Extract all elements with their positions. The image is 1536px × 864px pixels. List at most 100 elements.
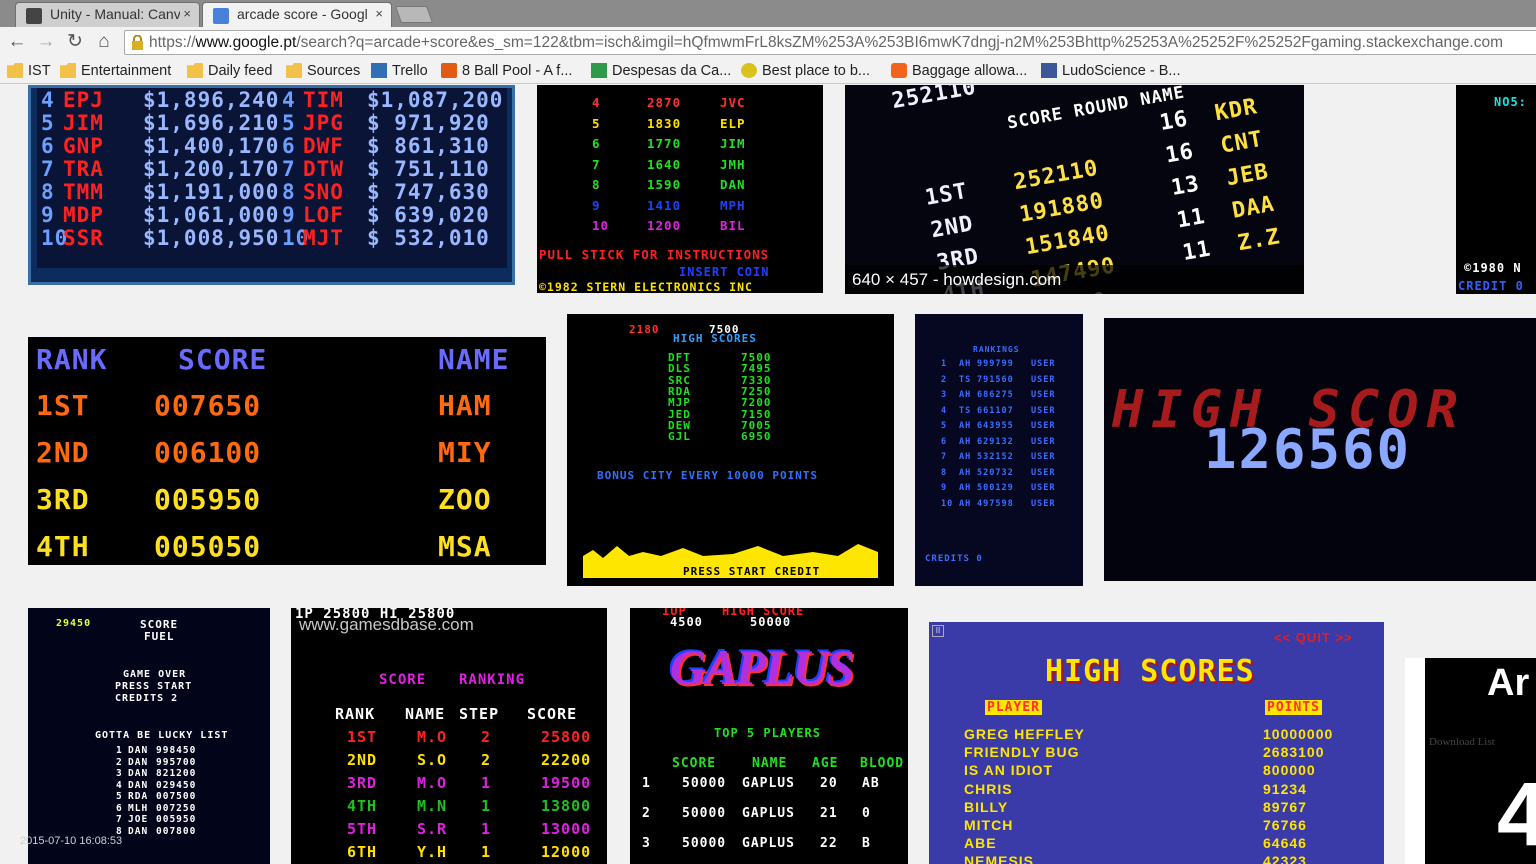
- name: USER: [1031, 452, 1056, 462]
- name: GAPLUS: [742, 806, 795, 821]
- result-image-6[interactable]: 2180 7500 HIGH SCORES DFT 7500 DLS 7495 SRC 7…: [567, 314, 894, 586]
- round: 16: [1163, 138, 1196, 169]
- copyright-text: ©1982 STERN ELECTRONICS INC: [539, 280, 753, 293]
- rank: 6: [282, 134, 296, 158]
- name: SSR: [63, 226, 104, 250]
- round: 16: [1157, 106, 1191, 137]
- score: 629132: [977, 436, 1014, 447]
- tab-unity-manual[interactable]: Unity - Manual: Canv ×: [15, 2, 200, 27]
- player-name: BILLY: [964, 798, 1009, 815]
- name: TRA: [63, 157, 104, 181]
- home-icon[interactable]: ⌂: [93, 31, 115, 53]
- name: MSA: [438, 530, 492, 563]
- url-scheme: https://: [149, 34, 196, 51]
- result-image-8[interactable]: HIGH SCOR 126560: [1104, 318, 1536, 581]
- score: 1640: [647, 156, 682, 172]
- score: 029450: [156, 779, 197, 791]
- column-header: AGE: [812, 756, 839, 771]
- name: Y.H: [417, 843, 448, 861]
- result-image-10[interactable]: 1P 25800 HI 25800 www.gamesdbase.com SCO…: [291, 608, 607, 864]
- name: JIM: [63, 111, 104, 135]
- name: BIL: [720, 218, 746, 233]
- score: 1590: [647, 177, 682, 192]
- reload-icon[interactable]: ↻: [64, 31, 86, 53]
- credits-text: CREDITS 0: [925, 554, 983, 564]
- result-image-4[interactable]: NO5: ©1980 N CREDIT 0: [1456, 85, 1536, 294]
- result-image-9[interactable]: 29450 SCORE FUEL GAME OVER PRESS START C…: [28, 608, 270, 864]
- player-score: 29450: [56, 618, 92, 629]
- rank: 5: [592, 115, 601, 131]
- player-name: GREG HEFFLEY: [964, 726, 1085, 742]
- close-tab-icon[interactable]: ×: [375, 6, 383, 21]
- download-text: Download List: [1429, 736, 1495, 748]
- rank: 1: [941, 359, 948, 369]
- name: JMH: [720, 156, 746, 172]
- result-image-5[interactable]: RANK SCORE NAME 1ST 007650 HAM 2ND 006100 MIY…: [28, 337, 546, 565]
- score: $1,696,210: [143, 111, 280, 135]
- quit-button[interactable]: << QUIT >>: [1274, 630, 1353, 645]
- bookmark-ist[interactable]: IST: [7, 61, 51, 81]
- new-tab-button[interactable]: [394, 6, 434, 23]
- score-title: SCORE: [379, 672, 427, 688]
- rank: 6: [941, 436, 948, 447]
- bookmark-baggage[interactable]: Baggage allowa...: [891, 61, 1027, 81]
- address-bar[interactable]: https://www.google.pt/search?q=arcade+sc…: [124, 30, 1536, 55]
- player-name: CHRIS: [964, 780, 1013, 797]
- bookmark-trello[interactable]: Trello: [371, 61, 428, 81]
- back-arrow-icon[interactable]: ←: [6, 31, 28, 53]
- result-image-1[interactable]: 4 EPJ $1,896,240 4 TIM $1,087,200 5 JIM $1,696,2…: [28, 85, 515, 285]
- result-image-7[interactable]: RANKINGS 1 AH 999799 USER 2 TS 791560 USER 3 AH 68…: [915, 314, 1083, 586]
- score: 497598: [977, 498, 1014, 509]
- score: 661107: [977, 405, 1014, 416]
- bookmark-ludoscience[interactable]: LudoScience - B...: [1041, 61, 1181, 81]
- bookmark-8-ball-pool[interactable]: 8 Ball Pool - A f...: [441, 61, 572, 81]
- name: DAN: [128, 825, 149, 837]
- bookmark-label: Trello: [392, 63, 428, 79]
- name: MPH: [720, 197, 746, 213]
- result-image-11[interactable]: 1UP HIGH SCORE 4500 50000 GAPLUS TOP 5 P…: [630, 608, 908, 864]
- result-image-2[interactable]: 4 2870 JVC 5 1830 ELP 6 1770 JIM 7 1640 JMH 8 1590 DAN…: [537, 85, 823, 293]
- score: 252110: [1011, 155, 1101, 196]
- rank: 3RD: [36, 483, 90, 516]
- folder-icon: [7, 63, 23, 78]
- initials: AH: [959, 467, 972, 478]
- name: USER: [1031, 436, 1056, 447]
- bookmark-despesas[interactable]: Despesas da Ca...: [591, 61, 731, 81]
- rank: 5TH: [347, 820, 378, 838]
- top-players-title: TOP 5 PLAYERS: [714, 726, 821, 740]
- high-score-table: 4 EPJ $1,896,240 4 TIM $1,087,200 5 JIM $1,696,2…: [37, 88, 507, 268]
- name: MDP: [63, 203, 104, 227]
- rank: 3RD: [347, 774, 378, 792]
- name: DAA: [1230, 191, 1277, 224]
- forward-arrow-icon[interactable]: →: [35, 31, 57, 53]
- bookmark-entertainment[interactable]: Entertainment: [60, 61, 171, 81]
- score: 151840: [1023, 220, 1112, 261]
- rank: 4: [282, 88, 296, 112]
- pause-icon[interactable]: II: [932, 625, 944, 637]
- result-image-13[interactable]: Ar Download List 4: [1405, 658, 1536, 864]
- rank: 8: [592, 177, 601, 192]
- url-path: /search?q=arcade+score&es_sm=122&tbm=isc…: [296, 34, 1503, 51]
- result-image-3[interactable]: 252110 SCORE ROUND NAME 16 KDR 1ST 252110 16…: [845, 85, 1304, 294]
- score: $ 861,310: [367, 134, 490, 158]
- bookmark-sources[interactable]: Sources: [286, 61, 360, 81]
- close-tab-icon[interactable]: ×: [183, 6, 191, 21]
- folder-icon: [60, 63, 76, 78]
- bookmark-daily-feed[interactable]: Daily feed: [187, 61, 272, 81]
- press-start-text: PRESS START: [115, 681, 193, 692]
- column-header: SCORE: [527, 705, 578, 723]
- player-header: PLAYER: [985, 700, 1042, 715]
- result-image-12[interactable]: II << QUIT >> HIGH SCORES PLAYER POINTS …: [929, 622, 1384, 864]
- score: 1200: [647, 218, 682, 233]
- no5-text: NO5:: [1494, 95, 1527, 109]
- tab-arcade-score[interactable]: arcade score - Googl ×: [202, 2, 392, 27]
- press-start-text: PRESS START CREDIT: [683, 565, 821, 578]
- score: 532152: [977, 452, 1014, 462]
- score: $1,896,240: [143, 88, 280, 112]
- rank: 5: [41, 111, 55, 135]
- bookmark-best-place[interactable]: Best place to b...: [741, 61, 870, 81]
- age: 20: [820, 776, 838, 791]
- orange-icon: [891, 63, 907, 78]
- name: USER: [1031, 405, 1056, 416]
- rank: 2: [116, 756, 123, 768]
